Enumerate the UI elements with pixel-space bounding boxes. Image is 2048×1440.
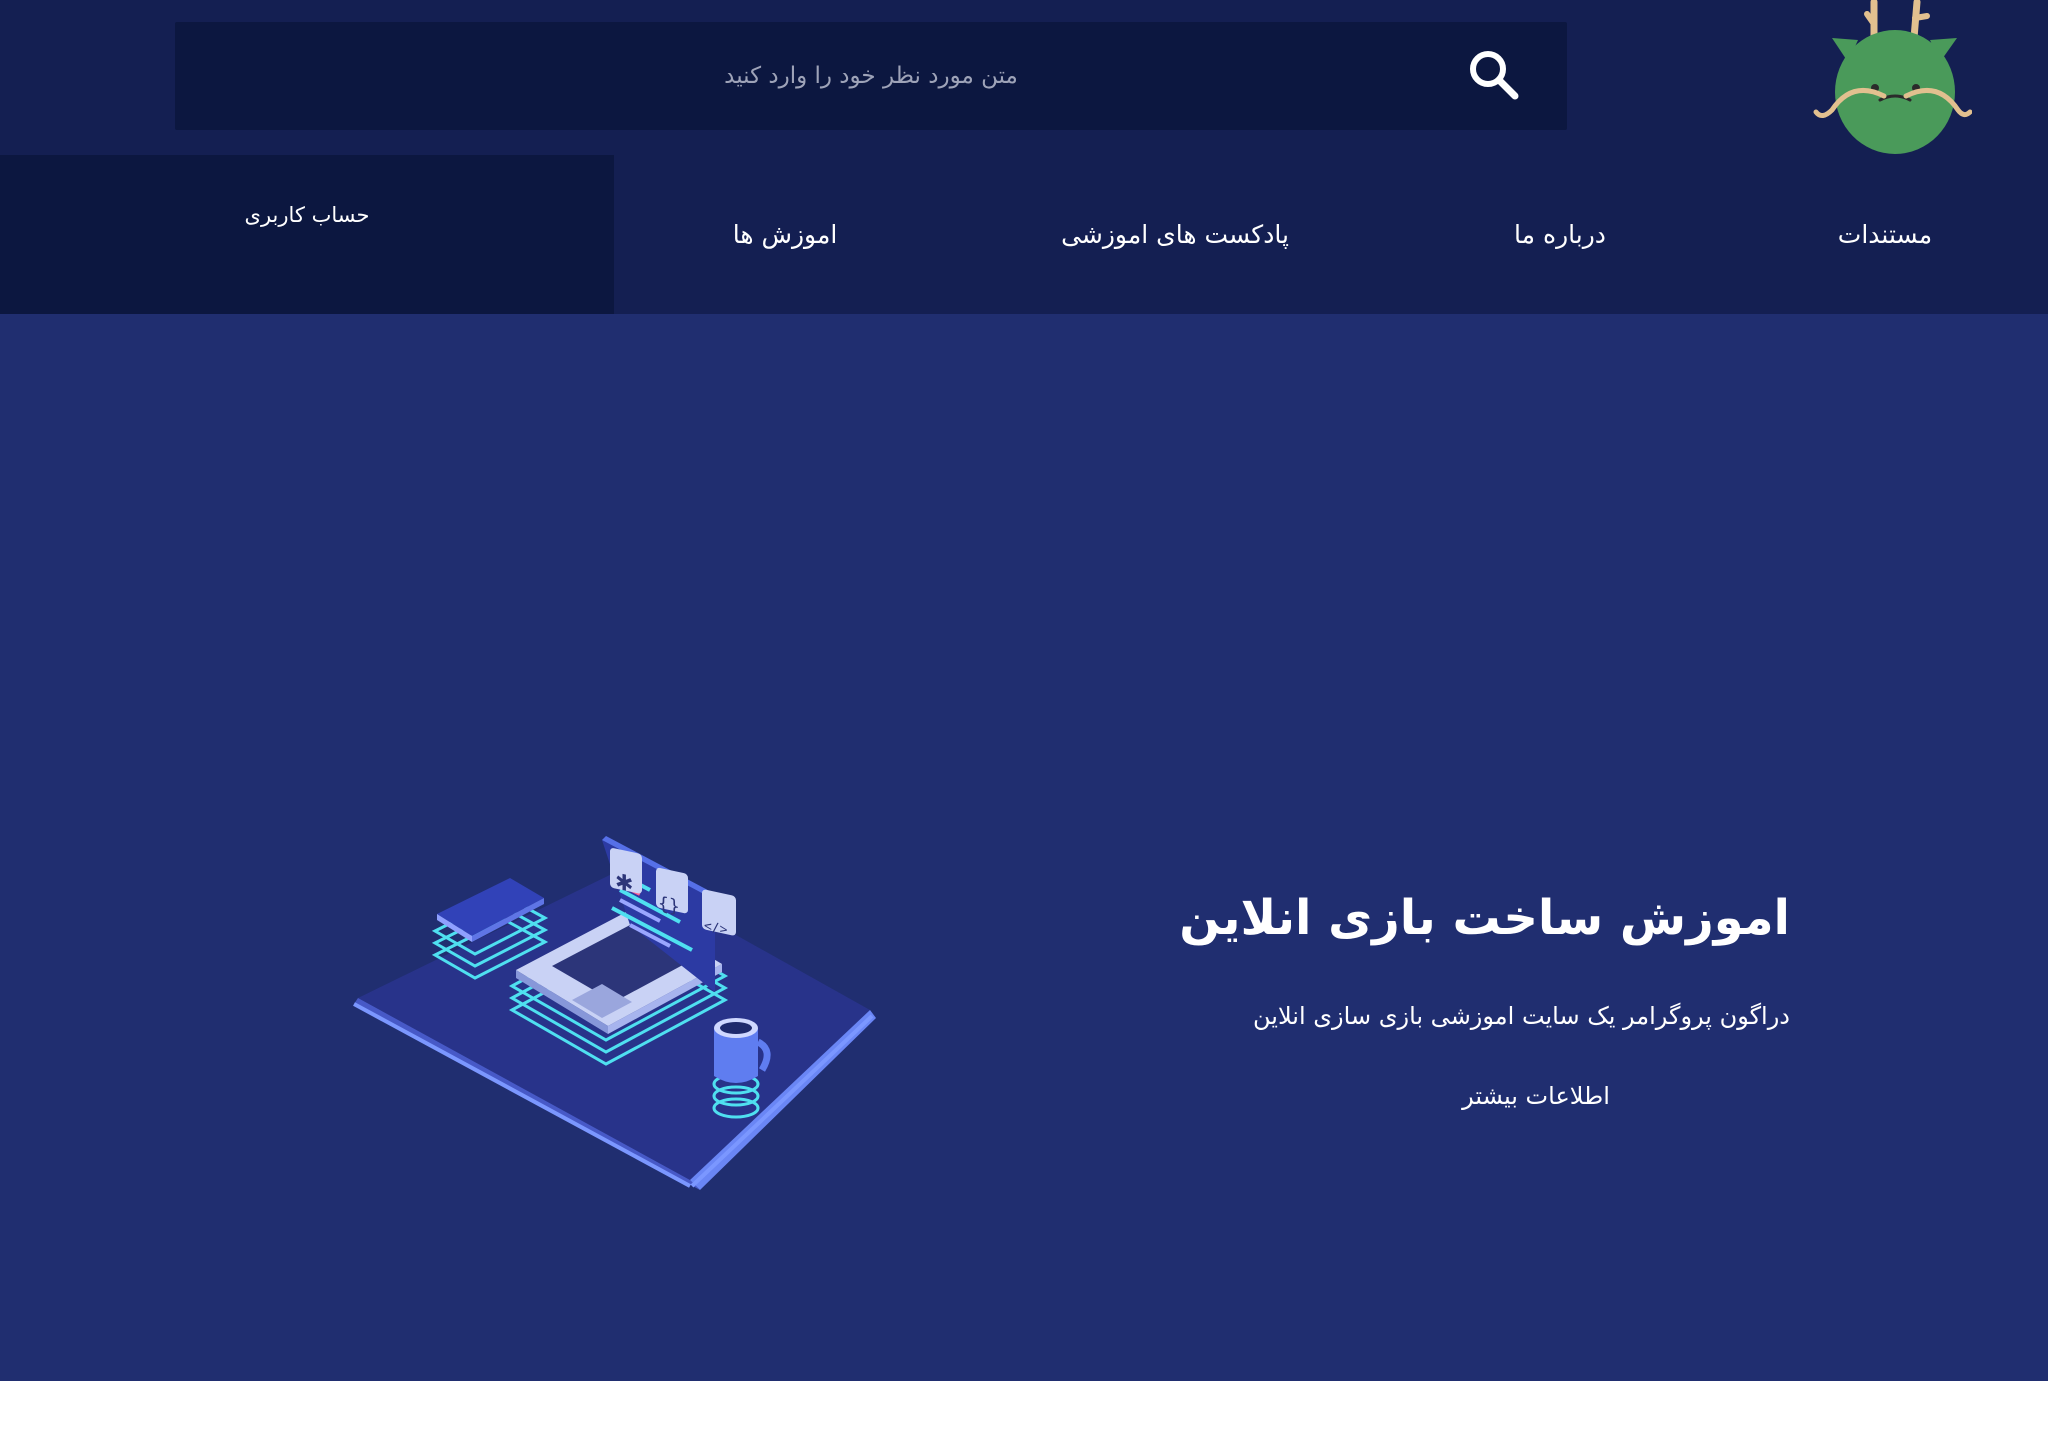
account-panel[interactable]: حساب کاربری [0, 155, 614, 314]
search-icon[interactable] [1465, 46, 1525, 106]
account-link[interactable]: حساب کاربری [0, 203, 614, 227]
nav-item-podcasts[interactable]: پادکست های اموزشی [1040, 205, 1310, 265]
hero-section [0, 314, 2048, 1381]
search-bar [175, 22, 1567, 130]
more-info-button[interactable]: اطلاعات بیشتر [1436, 1082, 1636, 1110]
laptop-workspace-illustration: ✱ {} </> [353, 836, 876, 1190]
hero-subtitle: دراگون پروگرامر یک سایت اموزشی بازی سازی… [1253, 1002, 1790, 1030]
svg-text:✱: ✱ [615, 869, 633, 899]
page: مستندات درباره ما پادکست های اموزشی اموز… [0, 0, 2048, 1440]
dragon-mascot-logo[interactable] [1812, 0, 1972, 156]
site-header: مستندات درباره ما پادکست های اموزشی اموز… [0, 0, 2048, 314]
nav-item-docs[interactable]: مستندات [1800, 205, 1970, 265]
search-input[interactable] [175, 22, 1567, 130]
nav-item-tutorials[interactable]: اموزش ها [700, 205, 870, 265]
nav-item-about[interactable]: درباره ما [1480, 205, 1640, 265]
hero-title: اموزش ساخت بازی انلاین [1179, 890, 1790, 946]
